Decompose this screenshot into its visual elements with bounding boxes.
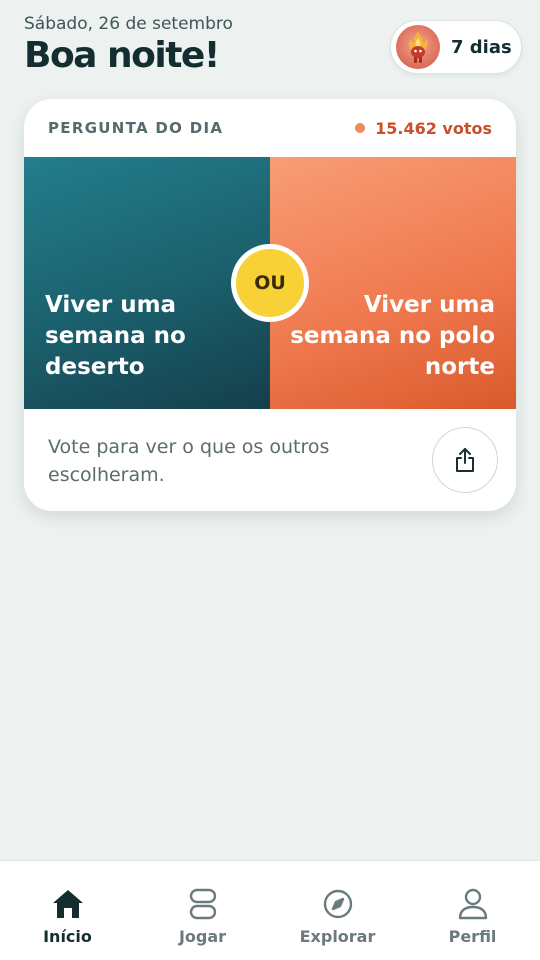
tab-explorar-label: Explorar: [299, 927, 376, 946]
tab-inicio-label: Início: [43, 927, 92, 946]
profile-icon: [456, 887, 490, 921]
option-a-label: Viver uma semana no deserto: [45, 292, 186, 380]
bottom-tab-bar: Início Jogar Explorar Perfil: [0, 860, 540, 960]
cards-icon: [186, 887, 220, 921]
tab-explorar[interactable]: Explorar: [270, 861, 405, 960]
tab-jogar[interactable]: Jogar: [135, 861, 270, 960]
tab-perfil-label: Perfil: [448, 927, 497, 946]
or-separator: OU: [231, 244, 309, 322]
compass-icon: [321, 887, 355, 921]
streak-badge[interactable]: 7 dias: [390, 20, 522, 74]
question-card-header: PERGUNTA DO DIA 15.462 votos: [24, 99, 516, 157]
vote-prompt: Vote para ver o que os outros escolheram…: [48, 436, 330, 486]
question-title: PERGUNTA DO DIA: [48, 119, 224, 137]
tab-perfil[interactable]: Perfil: [405, 861, 540, 960]
vote-count-label: 15.462 votos: [375, 118, 492, 138]
home-icon: [51, 887, 85, 921]
option-b-label: Viver uma semana no polo norte: [290, 292, 495, 380]
flame-mascot-icon: [396, 25, 440, 69]
options-area: Viver uma semana no deserto Viver uma se…: [24, 157, 516, 409]
header: Sábado, 26 de setembro Boa noite! 7 dias: [24, 14, 522, 84]
share-icon: [456, 448, 474, 472]
tab-jogar-label: Jogar: [178, 927, 227, 946]
tab-inicio[interactable]: Início: [0, 861, 135, 960]
share-button[interactable]: [432, 427, 498, 493]
question-card: PERGUNTA DO DIA 15.462 votos Viver uma s…: [24, 99, 516, 511]
vote-count: 15.462 votos: [355, 119, 492, 138]
live-dot-icon: [355, 123, 366, 133]
question-card-footer: Vote para ver o que os outros escolheram…: [24, 409, 516, 511]
streak-label: 7 dias: [451, 36, 512, 58]
